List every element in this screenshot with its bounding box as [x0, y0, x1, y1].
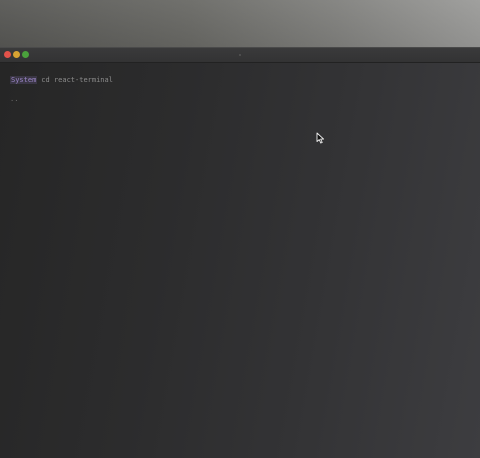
- desktop: System cd react-terminal ..: [0, 0, 480, 458]
- terminal-window: System cd react-terminal ..: [0, 47, 480, 458]
- prompt-user: System: [10, 76, 38, 84]
- wallpaper: [0, 0, 480, 48]
- window-title: [239, 54, 241, 56]
- terminal-output[interactable]: System cd react-terminal ..: [0, 64, 480, 458]
- close-button[interactable]: [4, 51, 11, 58]
- window-titlebar[interactable]: [0, 48, 480, 63]
- terminal-line: ..: [10, 95, 19, 103]
- mouse-pointer-icon: [316, 132, 325, 144]
- zoom-button[interactable]: [22, 51, 29, 58]
- prompt-command: cd react-terminal: [41, 76, 113, 84]
- terminal-line: System cd react-terminal: [10, 76, 113, 84]
- minimize-button[interactable]: [13, 51, 20, 58]
